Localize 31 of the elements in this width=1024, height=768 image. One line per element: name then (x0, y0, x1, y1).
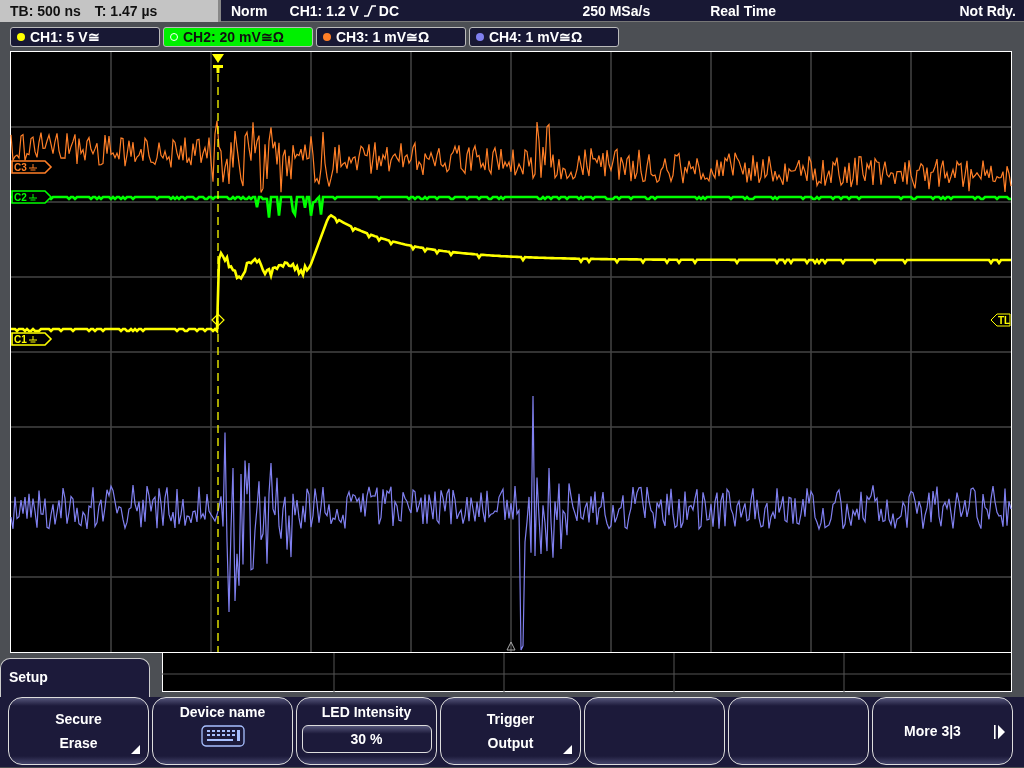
time-reference-icon (506, 641, 516, 651)
channel-tab[interactable]: CH2: 20 mV≅Ω (163, 27, 313, 47)
next-page-icon (994, 724, 1006, 740)
trigger-position-icon (212, 54, 224, 73)
acquisition-mode-text: Real Time (710, 2, 777, 19)
channel-tab[interactable]: CH3: 1 mV≅Ω (316, 27, 466, 47)
run-state-text: Not Rdy. (959, 2, 1016, 19)
softkey-label: LED Intensity (321, 704, 412, 720)
keyboard-button[interactable] (200, 725, 245, 747)
coupling-text: DC (378, 2, 400, 19)
trigger-point-icon (211, 313, 225, 327)
value-field[interactable]: 30 % (301, 725, 432, 753)
channel-marker: C3 (11, 160, 53, 174)
menu-title: Setup (9, 669, 48, 685)
trigger-mode-text: Norm (231, 2, 268, 19)
keyboard-icon (200, 725, 245, 747)
softkey-label: Device name (179, 704, 266, 720)
softkey[interactable]: More 3|3 (872, 697, 1013, 765)
channel-marker: C1 (11, 332, 53, 346)
softkey[interactable]: Secure Erase (8, 697, 149, 765)
trigger-level-text: CH1: 1.2 V (289, 2, 359, 19)
sample-rate-text: 250 MSa/s (582, 2, 651, 19)
submenu-icon (563, 745, 572, 754)
softkey[interactable]: Trigger Output (440, 697, 581, 765)
channel-tab[interactable]: CH1: 5 V≅ (10, 27, 160, 47)
channel-marker: C2 (11, 190, 53, 204)
submenu-icon (131, 745, 140, 754)
rising-edge-icon (362, 3, 377, 18)
timebase-text: TB: 500 ns (10, 3, 81, 19)
trigger-time-text: T: 1.47 µs (94, 3, 158, 19)
channel-tab[interactable]: CH4: 1 mV≅Ω (469, 27, 619, 47)
